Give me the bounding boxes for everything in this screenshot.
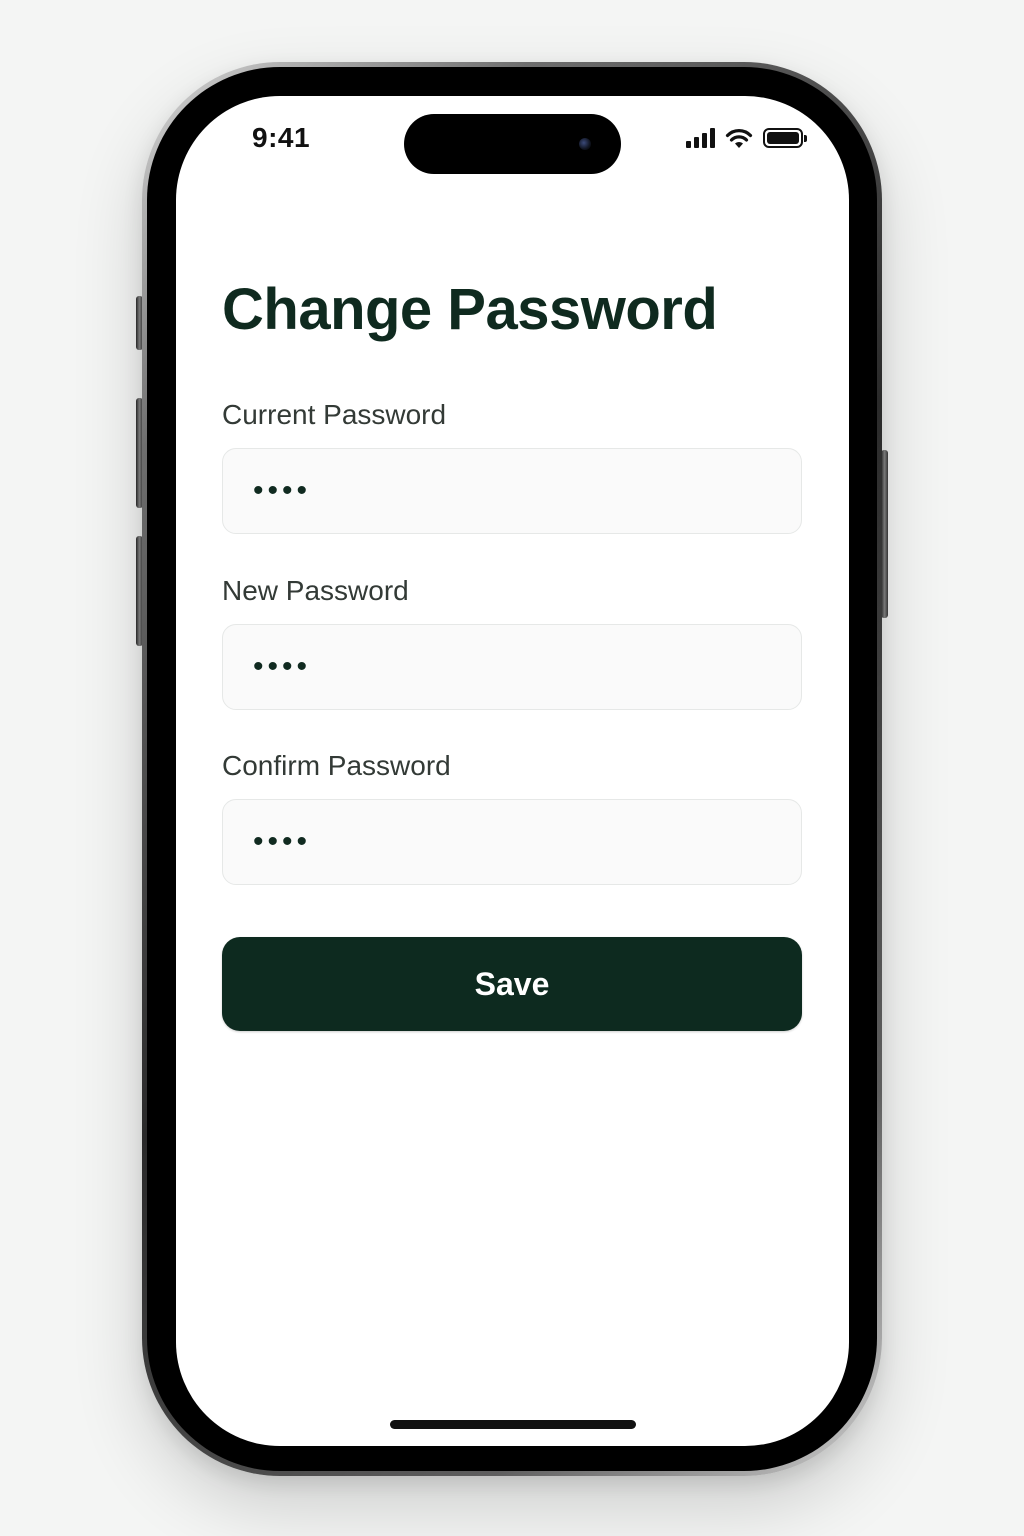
status-time: 9:41 bbox=[252, 122, 311, 153]
status-icons bbox=[686, 126, 807, 150]
current-password-label: Current Password bbox=[222, 399, 447, 430]
cellular-signal-icon bbox=[686, 128, 715, 148]
status-bar: 9:41 bbox=[176, 96, 849, 186]
new-password-field: New Password •••• bbox=[222, 574, 802, 710]
battery-icon bbox=[763, 128, 807, 148]
front-camera-icon bbox=[579, 138, 591, 150]
save-button[interactable]: Save bbox=[222, 937, 802, 1031]
mockup-stage: 9:41 Change Password Current Password ••… bbox=[0, 0, 1024, 1536]
confirm-password-label: Confirm Password bbox=[222, 750, 451, 781]
page-title: Change Password bbox=[222, 277, 718, 342]
side-button bbox=[881, 450, 888, 618]
home-indicator[interactable] bbox=[390, 1420, 636, 1429]
confirm-password-field: Confirm Password •••• bbox=[222, 749, 802, 885]
new-password-label: New Password bbox=[222, 575, 409, 606]
confirm-password-input[interactable]: •••• bbox=[222, 799, 802, 885]
phone-screen: 9:41 Change Password Current Password ••… bbox=[176, 96, 849, 1446]
current-password-field: Current Password •••• bbox=[222, 398, 802, 534]
new-password-input[interactable]: •••• bbox=[222, 624, 802, 710]
current-password-input[interactable]: •••• bbox=[222, 448, 802, 534]
wifi-icon bbox=[725, 129, 753, 148]
dynamic-island bbox=[404, 114, 621, 174]
